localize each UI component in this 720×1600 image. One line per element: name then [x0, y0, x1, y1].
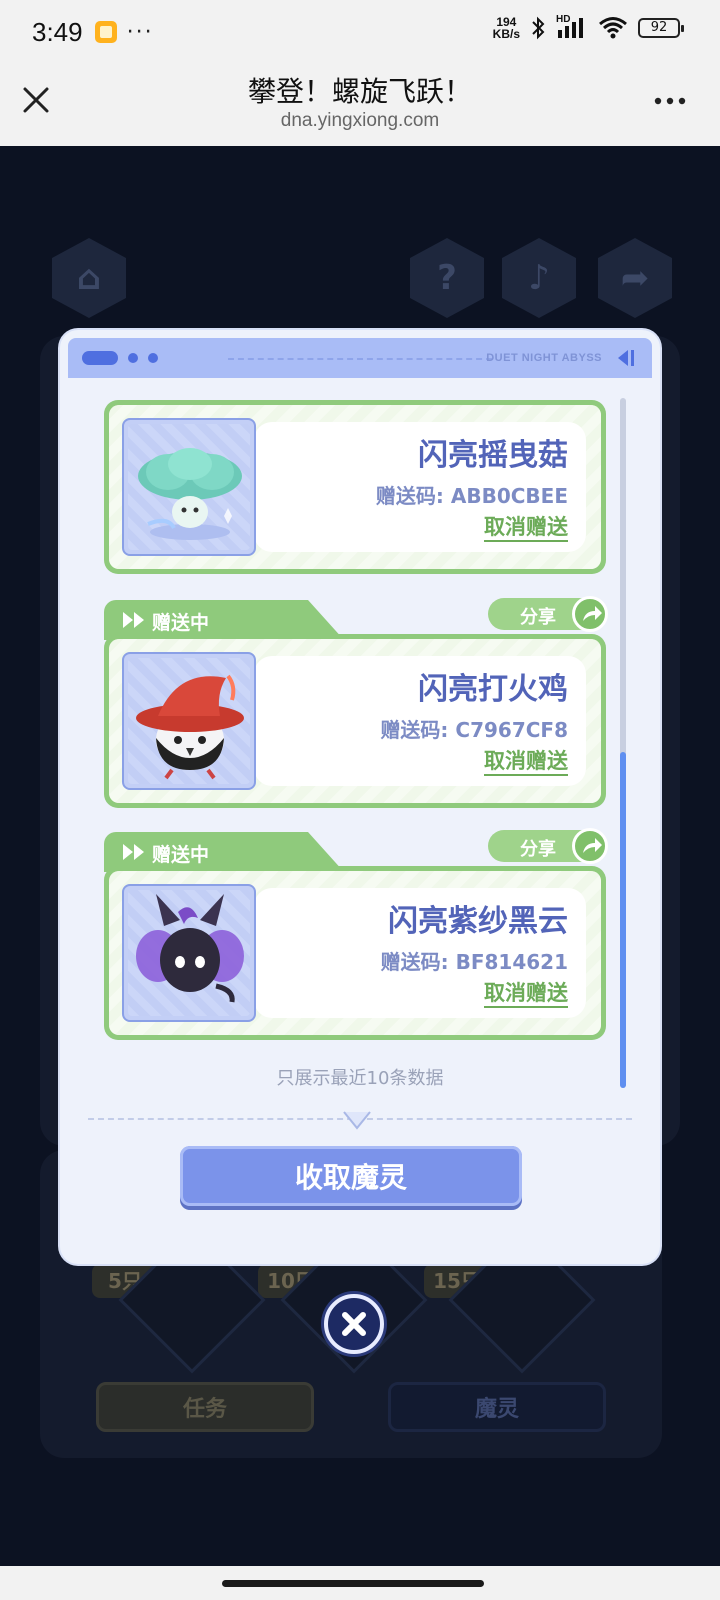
page-title: 攀登！螺旋飞跃！ [247, 75, 472, 108]
red-hat-bird-spirit-icon [122, 652, 256, 790]
gift-card: 闪亮摇曳菇 赠送码: ABB0CBEE 取消赠送 [104, 400, 606, 574]
browser-header: 攀登！螺旋飞跃！ dna.yingxiong.com [0, 64, 720, 146]
cancel-gift-button[interactable]: 取消赠送 [484, 980, 568, 1008]
purple-cloud-spirit-icon [122, 884, 256, 1022]
share-arrow-icon [583, 838, 602, 853]
music-icon[interactable]: ♪ [502, 238, 576, 318]
cancel-gift-button[interactable]: 取消赠送 [484, 748, 568, 776]
fast-forward-icon [123, 844, 144, 860]
header-divider [228, 358, 492, 360]
header-dot [148, 353, 158, 363]
spirit-name: 闪亮摇曳菇 [418, 438, 568, 473]
header-brand: DUET NIGHT ABYSS [486, 352, 602, 364]
collect-spirit-button[interactable]: 收取魔灵 [180, 1146, 522, 1206]
list-footnote: 只展示最近10条数据 [276, 1068, 444, 1089]
home-icon[interactable]: ⌂ [52, 238, 126, 318]
system-nav-bar [0, 1566, 720, 1600]
share-arrow-icon [583, 606, 602, 621]
status-time: 3:49 [32, 16, 83, 47]
network-speed: 194 KB/s [492, 15, 520, 41]
close-icon [342, 1312, 366, 1336]
tab-spirit[interactable]: 魔灵 [388, 1382, 606, 1432]
spirit-name: 闪亮紫纱黑云 [388, 904, 568, 939]
notification-app-icon [94, 21, 117, 43]
battery-indicator: 92 [638, 18, 684, 38]
gift-card: 闪亮打火鸡 赠送码: C7967CF8 取消赠送 [104, 634, 606, 808]
gift-code: 赠送码: ABB0CBEE [375, 484, 568, 508]
wifi-icon [599, 17, 627, 39]
scrollbar-thumb[interactable] [620, 752, 626, 1088]
more-menu-icon[interactable] [650, 86, 690, 116]
modal-header: DUET NIGHT ABYSS [68, 338, 652, 378]
home-gesture-handle[interactable] [222, 1580, 484, 1587]
header-decoration [82, 351, 118, 365]
divider-chevron-icon [343, 1111, 371, 1130]
bluetooth-icon [532, 16, 545, 40]
gift-code: 赠送码: BF814621 [380, 950, 568, 974]
mushroom-spirit-icon [122, 418, 256, 556]
share-button[interactable]: 分享 [488, 596, 608, 632]
cellular-signal-icon: HD [556, 14, 588, 40]
collapse-arrow-icon [618, 350, 634, 366]
header-dot [128, 353, 138, 363]
spirit-name: 闪亮打火鸡 [418, 672, 568, 707]
page-url: dna.yingxiong.com [280, 110, 440, 131]
fast-forward-icon [123, 612, 144, 628]
more-notifications-icon: ··· [126, 19, 154, 45]
gift-list-modal: DUET NIGHT ABYSS 闪亮摇曳菇 赠送码: ABB0CBEE 取消赠… [60, 330, 660, 1264]
help-icon[interactable]: ? [410, 238, 484, 318]
status-bar: 3:49 ··· 194 KB/s HD 92 [0, 0, 720, 64]
gift-list[interactable]: 闪亮摇曳菇 赠送码: ABB0CBEE 取消赠送 赠送中 分享 闪亮打火鸡 赠送… [60, 380, 660, 1090]
tab-task[interactable]: 任务 [96, 1382, 314, 1432]
share-icon[interactable]: ➦ [598, 238, 672, 318]
close-modal-button[interactable] [324, 1294, 384, 1354]
scrollbar[interactable] [620, 398, 626, 1088]
cancel-gift-button[interactable]: 取消赠送 [484, 514, 568, 542]
gift-code: 赠送码: C7967CF8 [380, 718, 568, 742]
share-button[interactable]: 分享 [488, 828, 608, 864]
gift-card: 闪亮紫纱黑云 赠送码: BF814621 取消赠送 [104, 866, 606, 1040]
